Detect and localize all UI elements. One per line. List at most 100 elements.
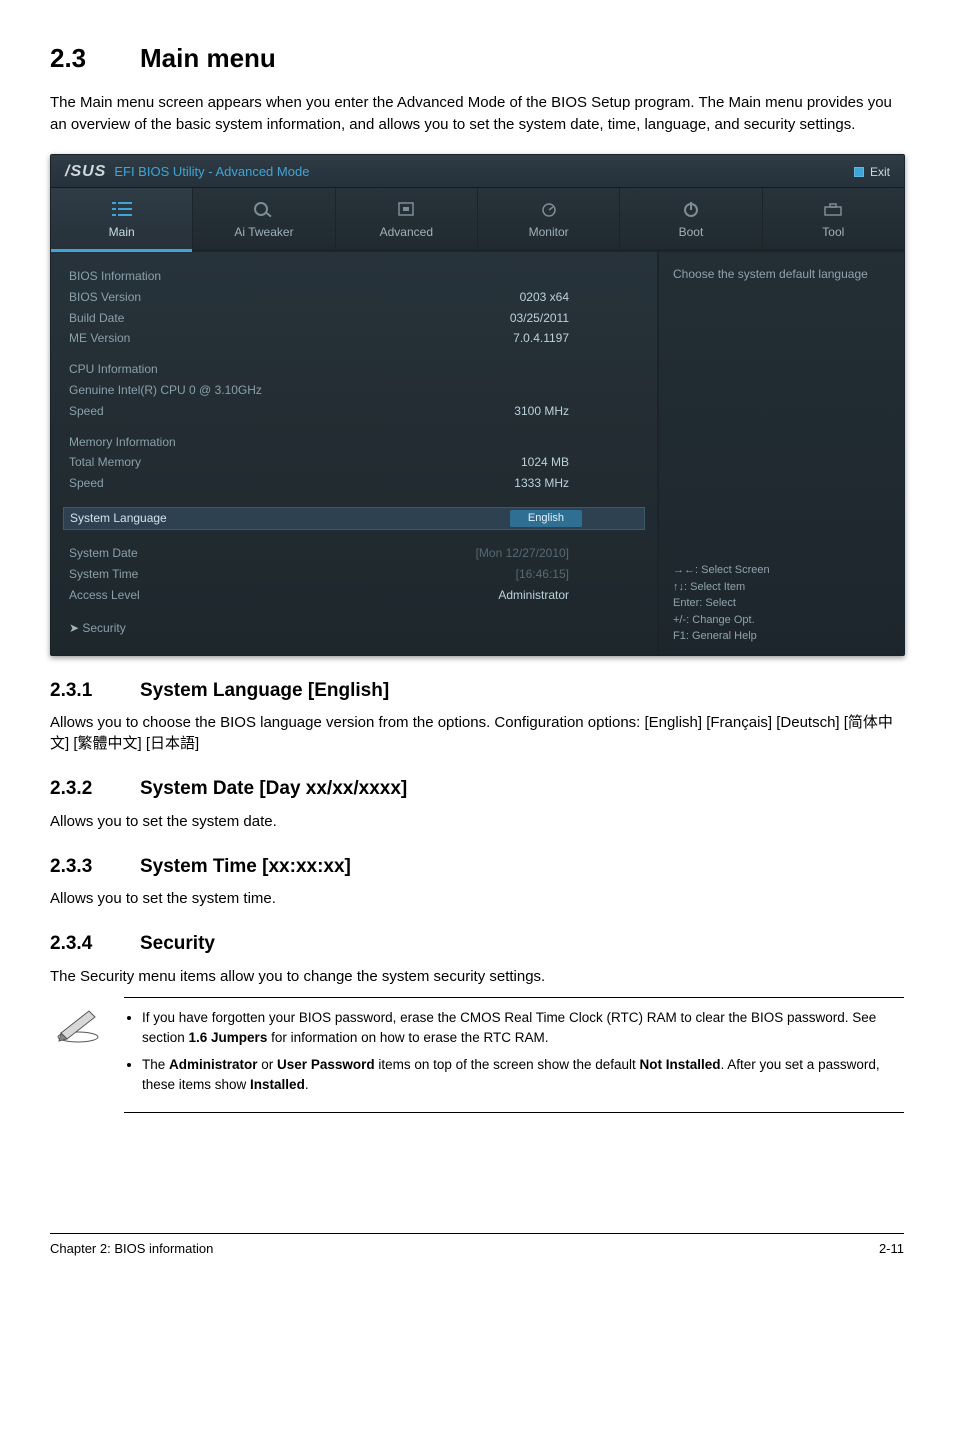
footer-page-number: 2-11 <box>879 1240 904 1258</box>
section-title-text: Main menu <box>140 43 276 73</box>
title-2-3-3: System Time [xx:xx:xx] <box>140 856 351 877</box>
asus-logo: /SUS <box>65 161 106 183</box>
row-access-level: Access Level Administrator <box>69 585 639 606</box>
tab-main[interactable]: Main <box>51 188 193 249</box>
note2-b: Administrator <box>169 1057 258 1072</box>
help-select-item: ↑↓: Select Item <box>673 579 890 596</box>
tab-boot-label: Boot <box>620 224 761 241</box>
help-general-help: F1: General Help <box>673 628 890 645</box>
note2-a: The <box>142 1057 169 1072</box>
exit-icon <box>854 167 864 177</box>
title-2-3-2: System Date [Day xx/xx/xxxx] <box>140 778 407 799</box>
help-change-opt: +/-: Change Opt. <box>673 612 890 629</box>
body-2-3-1: Allows you to choose the BIOS language v… <box>50 712 904 754</box>
note1-part-c: for information on how to erase the RTC … <box>267 1030 548 1045</box>
body-2-3-4: The Security menu items allow you to cha… <box>50 966 904 987</box>
row-mem-speed: Speed 1333 MHz <box>69 473 639 494</box>
label-cpu-speed: Speed <box>69 403 104 420</box>
help-select-screen: →←: Select Screen <box>673 562 890 579</box>
chip-icon <box>336 198 477 220</box>
page-footer: Chapter 2: BIOS information 2-11 <box>50 1233 904 1258</box>
cpu-info-heading: CPU Information <box>69 359 639 380</box>
bios-window: /SUS EFI BIOS Utility - Advanced Mode Ex… <box>50 154 905 656</box>
title-2-3-4: Security <box>140 933 215 954</box>
value-cpu-speed: 3100 MHz <box>514 403 639 420</box>
note2-c: or <box>258 1057 278 1072</box>
num-2-3-4: 2.3.4 <box>50 931 140 958</box>
row-system-time[interactable]: System Time [16:46:15] <box>69 564 639 585</box>
heading-2-3-4: 2.3.4Security <box>50 931 904 958</box>
heading-2-3-1: 2.3.1System Language [English] <box>50 678 904 705</box>
title-2-3-1: System Language [English] <box>140 680 389 701</box>
monitor-icon <box>478 198 619 220</box>
exit-button[interactable]: Exit <box>854 164 890 181</box>
note2-f: Not Installed <box>640 1057 721 1072</box>
value-bios-version: 0203 x64 <box>520 289 639 306</box>
value-system-time: [16:46:15] <box>516 566 639 583</box>
note-box: If you have forgotten your BIOS password… <box>50 997 904 1113</box>
tab-advanced[interactable]: Advanced <box>336 188 478 249</box>
pencil-note-icon <box>55 1003 101 1043</box>
cpu-name: Genuine Intel(R) CPU 0 @ 3.10GHz <box>69 380 639 401</box>
label-system-time: System Time <box>69 566 138 583</box>
label-security: Security <box>82 621 125 635</box>
value-access-level: Administrator <box>498 587 639 604</box>
help-keys: →←: Select Screen ↑↓: Select Item Enter:… <box>673 562 890 645</box>
num-2-3-2: 2.3.2 <box>50 776 140 803</box>
power-icon <box>620 198 761 220</box>
note1-bold: 1.6 Jumpers <box>189 1030 268 1045</box>
label-me-version: ME Version <box>69 330 130 347</box>
section-intro: The Main menu screen appears when you en… <box>50 92 904 136</box>
note2-i: . <box>305 1077 309 1092</box>
row-build-date: Build Date 03/25/2011 <box>69 308 639 329</box>
num-2-3-1: 2.3.1 <box>50 678 140 705</box>
tab-monitor-label: Monitor <box>478 224 619 241</box>
bios-tabs: Main Ai Tweaker Advanced Monitor Boot <box>51 188 904 252</box>
tab-boot[interactable]: Boot <box>620 188 762 249</box>
tab-tweaker-label: Ai Tweaker <box>193 224 334 241</box>
row-me-version: ME Version 7.0.4.1197 <box>69 328 639 349</box>
bios-main-panel: BIOS Information BIOS Version 0203 x64 B… <box>51 252 659 655</box>
label-bios-version: BIOS Version <box>69 289 141 306</box>
heading-2-3-2: 2.3.2System Date [Day xx/xx/xxxx] <box>50 776 904 803</box>
tab-main-label: Main <box>51 224 192 241</box>
tab-tool[interactable]: Tool <box>763 188 904 249</box>
row-cpu-speed: Speed 3100 MHz <box>69 401 639 422</box>
num-2-3-3: 2.3.3 <box>50 854 140 881</box>
tweaker-icon <box>193 198 334 220</box>
help-hint: Choose the system default language <box>673 266 890 283</box>
row-system-language[interactable]: System Language English <box>63 507 645 530</box>
bios-info-heading: BIOS Information <box>69 266 639 287</box>
label-access-level: Access Level <box>69 587 140 604</box>
bios-help-panel: Choose the system default language →←: S… <box>659 252 904 655</box>
value-me-version: 7.0.4.1197 <box>513 330 639 347</box>
note2-d: User Password <box>277 1057 375 1072</box>
label-total-memory: Total Memory <box>69 454 141 471</box>
row-total-memory: Total Memory 1024 MB <box>69 452 639 473</box>
tab-advanced-label: Advanced <box>336 224 477 241</box>
value-mem-speed: 1333 MHz <box>514 475 639 492</box>
note-item-2: The Administrator or User Password items… <box>142 1055 904 1094</box>
help-enter: Enter: Select <box>673 595 890 612</box>
row-bios-version: BIOS Version 0203 x64 <box>69 287 639 308</box>
heading-2-3-3: 2.3.3System Time [xx:xx:xx] <box>50 854 904 881</box>
bios-titlebar: /SUS EFI BIOS Utility - Advanced Mode Ex… <box>51 155 904 188</box>
label-system-language: System Language <box>70 510 167 527</box>
label-mem-speed: Speed <box>69 475 104 492</box>
label-build-date: Build Date <box>69 310 124 327</box>
row-system-date[interactable]: System Date [Mon 12/27/2010] <box>69 543 639 564</box>
tab-tool-label: Tool <box>763 224 904 241</box>
tab-monitor[interactable]: Monitor <box>478 188 620 249</box>
value-system-language: English <box>510 510 582 527</box>
note2-e: items on top of the screen show the defa… <box>375 1057 640 1072</box>
note2-h: Installed <box>250 1077 305 1092</box>
row-security[interactable]: ➤ Security <box>69 616 639 641</box>
body-2-3-3: Allows you to set the system time. <box>50 888 904 909</box>
body-2-3-2: Allows you to set the system date. <box>50 811 904 832</box>
chevron-right-icon: ➤ <box>69 620 79 637</box>
tab-ai-tweaker[interactable]: Ai Tweaker <box>193 188 335 249</box>
value-total-memory: 1024 MB <box>521 454 639 471</box>
footer-chapter: Chapter 2: BIOS information <box>50 1240 213 1258</box>
label-system-date: System Date <box>69 545 138 562</box>
value-build-date: 03/25/2011 <box>510 310 639 327</box>
